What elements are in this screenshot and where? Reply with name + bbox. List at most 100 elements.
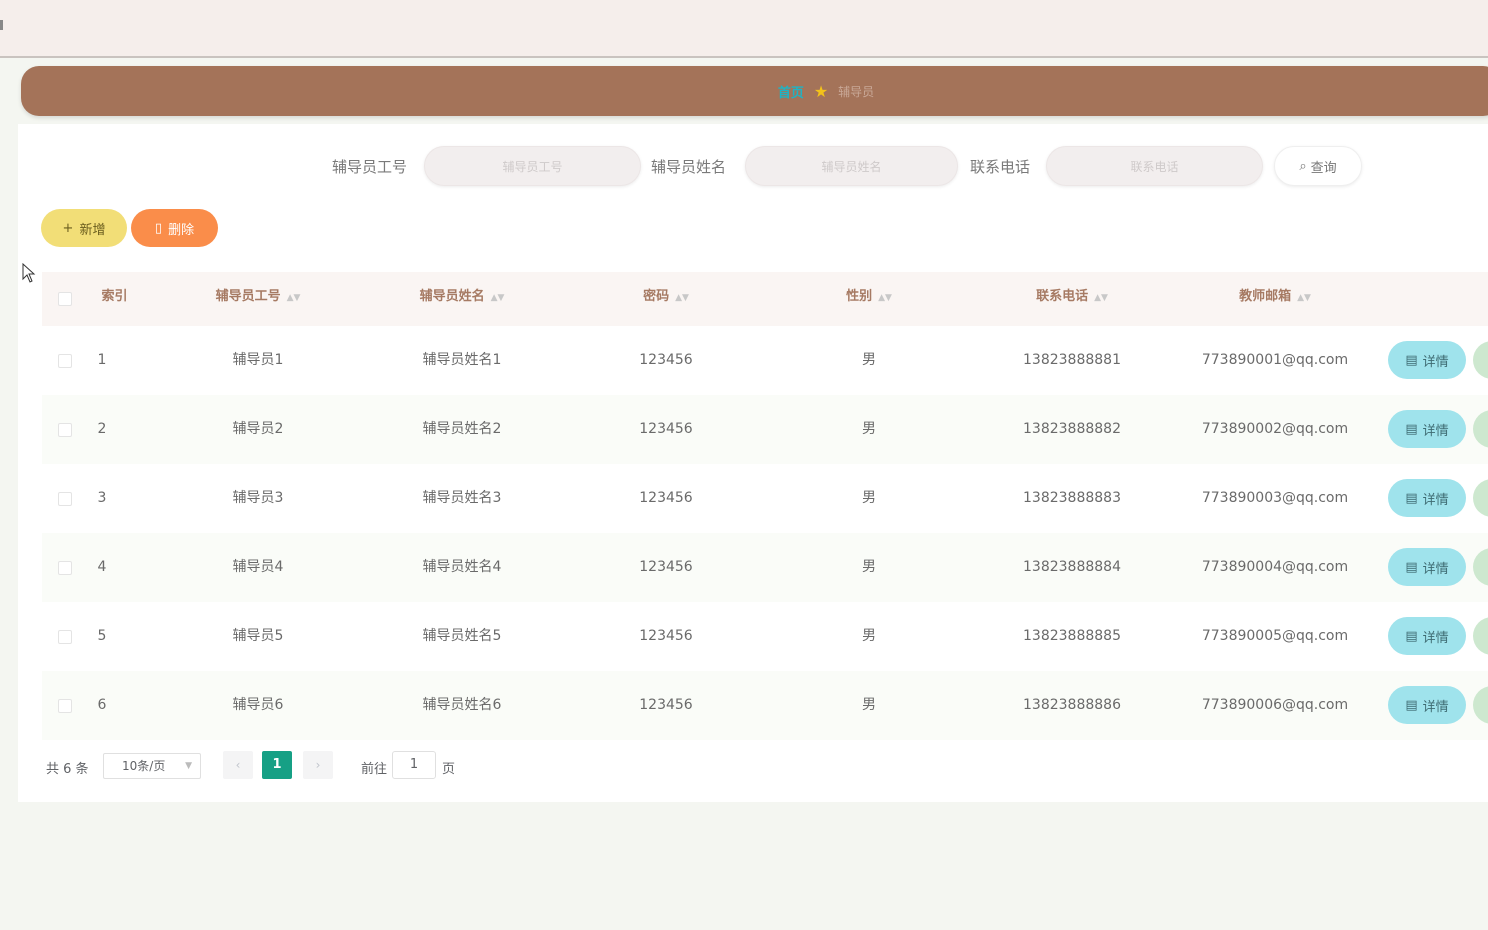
mouse-cursor-icon [22,263,36,283]
edit-button[interactable] [1473,548,1488,586]
cell-name: 辅导员姓名2 [422,421,502,437]
cell-index: 1 [97,352,107,368]
detail-button[interactable]: ▤ 详情 [1388,548,1466,586]
cell-phone: 13823888882 [1023,421,1121,437]
row-checkbox[interactable] [58,699,72,713]
add-button[interactable]: + 新增 [41,209,127,247]
cell-name: 辅导员姓名4 [422,559,502,575]
cell-name: 辅导员姓名3 [422,490,502,506]
table-row: 4 辅导员4 辅导员姓名4 123456 男 13823888884 77389… [42,533,1488,602]
document-icon: ▤ [1405,628,1418,644]
sort-icon[interactable]: ▲▼ [675,293,689,303]
cell-phone: 13823888884 [1023,559,1121,575]
cell-index: 3 [97,490,107,506]
trash-icon: ▯ [154,220,163,236]
breadcrumb-home[interactable]: 首页 [778,82,804,101]
goto-label: 前往 [361,762,388,777]
page-size-select[interactable]: 10条/页 ▼ [103,753,201,779]
detail-button[interactable]: ▤ 详情 [1388,479,1466,517]
cell-phone: 13823888885 [1023,628,1121,644]
col-password[interactable]: 密码 ▲▼ [576,272,756,326]
cell-email: 773890004@qq.com [1201,559,1349,575]
cell-gender: 男 [862,490,876,506]
select-all-checkbox[interactable] [58,292,72,306]
cell-name: 辅导员姓名6 [422,697,502,713]
star-icon: ★ [813,81,829,101]
cell-email: 773890006@qq.com [1201,697,1349,713]
edit-button[interactable] [1473,479,1488,517]
search-label-phone: 联系电话 [970,158,1031,176]
sort-icon[interactable]: ▲▼ [287,293,301,303]
row-checkbox[interactable] [58,561,72,575]
delete-button[interactable]: ▯ 删除 [131,209,218,247]
cell-password: 123456 [639,490,693,506]
cell-password: 123456 [639,421,693,437]
cell-index: 6 [97,697,107,713]
detail-button[interactable]: ▤ 详情 [1388,410,1466,448]
search-input-phone[interactable]: 联系电话 [1046,146,1263,186]
row-checkbox[interactable] [58,492,72,506]
search-icon: ⌕ [1299,158,1307,174]
chevron-right-icon: › [315,758,321,772]
search-input-id[interactable]: 辅导员工号 [424,146,641,186]
search-button-label: 查询 [1310,160,1337,176]
row-checkbox[interactable] [58,354,72,368]
cell-email: 773890001@qq.com [1201,352,1349,368]
row-checkbox[interactable] [58,630,72,644]
prev-page-button[interactable]: ‹ [223,751,253,779]
cell-gender: 男 [862,352,876,368]
breadcrumb: 首页 ★ 辅导员 [21,66,1488,116]
detail-button[interactable]: ▤ 详情 [1388,686,1466,724]
detail-button[interactable]: ▤ 详情 [1388,341,1466,379]
document-icon: ▤ [1405,352,1418,368]
sort-icon[interactable]: ▲▼ [1094,293,1108,303]
edit-button[interactable] [1473,617,1488,655]
cell-phone: 13823888883 [1023,490,1121,506]
cell-phone: 13823888886 [1023,697,1121,713]
cell-id: 辅导员2 [232,421,284,437]
row-checkbox[interactable] [58,423,72,437]
goto-page-input[interactable]: 1 [392,751,436,779]
plus-icon: + [62,220,74,236]
sort-icon[interactable]: ▲▼ [491,293,505,303]
table-header: 索引 辅导员工号 ▲▼ 辅导员姓名 ▲▼ 密码 ▲▼ 性别 ▲▼ 联系电话 ▲▼ 教师邮箱… [42,272,1488,326]
edit-button[interactable] [1473,686,1488,724]
sort-icon[interactable]: ▲▼ [1297,293,1311,303]
cell-password: 123456 [639,628,693,644]
cell-password: 123456 [639,697,693,713]
edit-button[interactable] [1473,341,1488,379]
document-icon: ▤ [1405,490,1418,506]
cell-gender: 男 [862,628,876,644]
sort-icon[interactable]: ▲▼ [878,293,892,303]
search-label-id: 辅导员工号 [332,158,408,176]
document-icon: ▤ [1405,421,1418,437]
page-size-value: 10条/页 [122,759,166,773]
cell-phone: 13823888881 [1023,352,1121,368]
add-button-label: 新增 [79,222,106,238]
cell-index: 5 [97,628,107,644]
cell-id: 辅导员4 [232,559,284,575]
page-number-current[interactable]: 1 [262,751,292,779]
search-form: 辅导员工号 辅导员工号 辅导员姓名 辅导员姓名 联系电话 联系电话 ⌕ 查询 [18,144,1488,188]
search-label-name: 辅导员姓名 [651,158,727,176]
breadcrumb-current: 辅导员 [838,84,875,99]
top-bar-mark [0,20,3,30]
main-content: 辅导员工号 辅导员工号 辅导员姓名 辅导员姓名 联系电话 联系电话 ⌕ 查询 +… [18,124,1488,802]
search-input-name[interactable]: 辅导员姓名 [745,146,958,186]
search-button[interactable]: ⌕ 查询 [1274,146,1362,186]
chevron-down-icon: ▼ [185,761,192,771]
pagination: 共 6 条 10条/页 ▼ ‹ 1 › 前往 1 页 [44,751,644,781]
col-email[interactable]: 教师邮箱 ▲▼ [1185,272,1365,326]
detail-button[interactable]: ▤ 详情 [1388,617,1466,655]
col-phone[interactable]: 联系电话 ▲▼ [982,272,1162,326]
col-gender[interactable]: 性别 ▲▼ [779,272,959,326]
cell-name: 辅导员姓名1 [422,352,502,368]
document-icon: ▤ [1405,559,1418,575]
next-page-button[interactable]: › [303,751,333,779]
table-row: 5 辅导员5 辅导员姓名5 123456 男 13823888885 77389… [42,602,1488,671]
edit-button[interactable] [1473,410,1488,448]
cell-email: 773890003@qq.com [1201,490,1349,506]
col-name[interactable]: 辅导员姓名 ▲▼ [372,272,552,326]
col-id[interactable]: 辅导员工号 ▲▼ [168,272,348,326]
table-row: 1 辅导员1 辅导员姓名1 123456 男 13823888881 77389… [42,326,1488,395]
